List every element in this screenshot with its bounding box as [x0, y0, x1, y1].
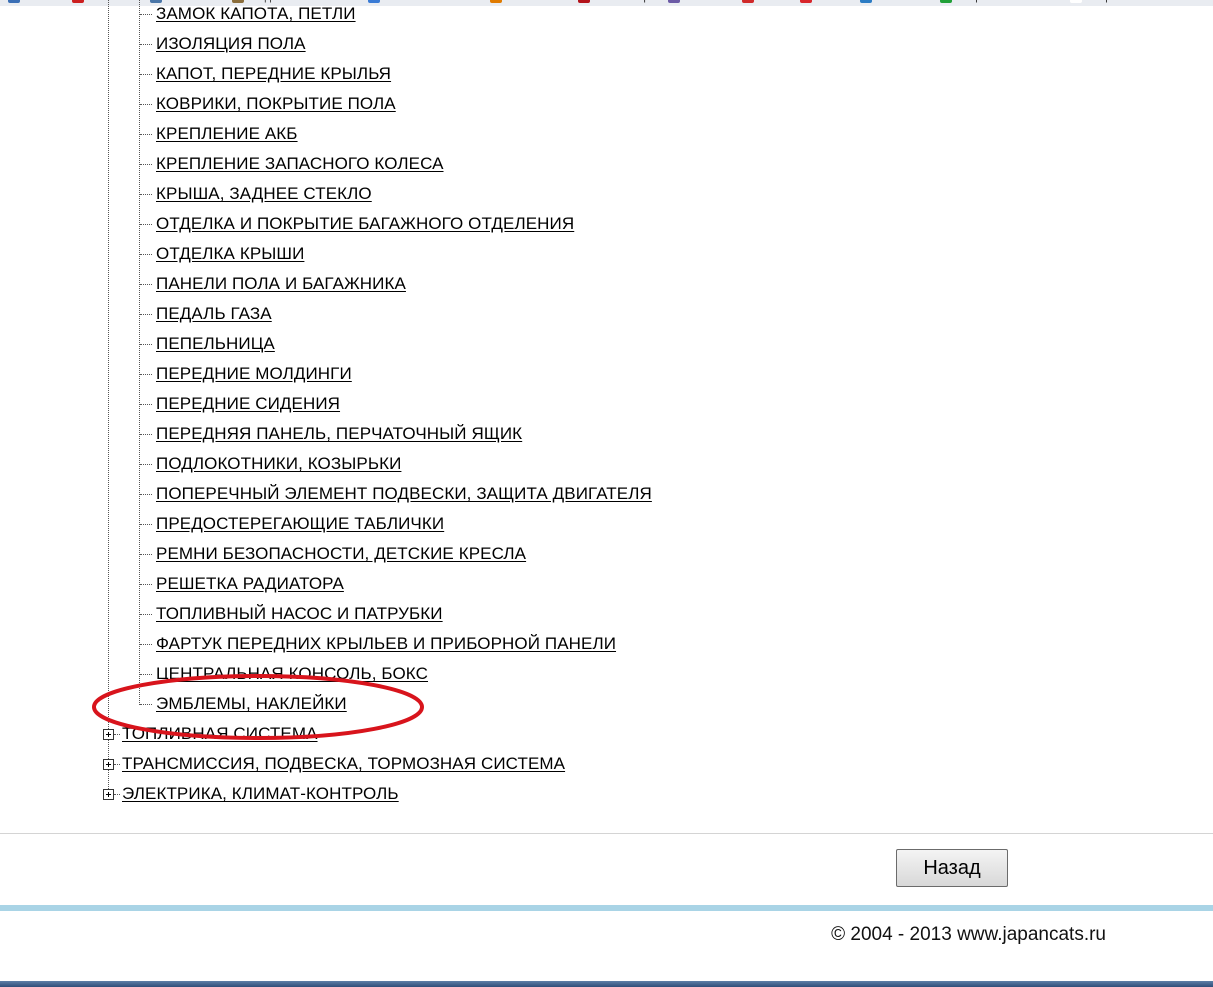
tree-sub-item: ПЕРЕДНИЕ МОЛДИНГИ: [140, 359, 352, 389]
tree-guide-outer: [108, 0, 109, 795]
tree-connector: [140, 433, 152, 435]
tree-connector: [140, 553, 152, 555]
tree-sub-item: ИЗОЛЯЦИЯ ПОЛА: [140, 29, 306, 59]
tree-connector: [140, 703, 152, 705]
copyright-text: © 2004 - 2013 www.japancats.ru: [831, 924, 1106, 945]
taskbar: [0, 981, 1213, 987]
tree-sub-item-link[interactable]: КРЫША, ЗАДНЕЕ СТЕКЛО: [156, 184, 372, 204]
tree-sub-item: РЕШЕТКА РАДИАТОРА: [140, 569, 344, 599]
catalog-tree: ЗАМОК КАПОТА, ПЕТЛИ ИЗОЛЯЦИЯ ПОЛА КАПОТ, П…: [0, 0, 1213, 830]
tree-sub-item-link[interactable]: ЗАМОК КАПОТА, ПЕТЛИ: [156, 4, 356, 24]
tree-sub-item-link[interactable]: ЭМБЛЕМЫ, НАКЛЕЙКИ: [156, 694, 347, 714]
tree-sub-item-link[interactable]: ПЕДАЛЬ ГАЗА: [156, 304, 272, 324]
tree-sub-item-link[interactable]: ЦЕНТРАЛЬНАЯ КОНСОЛЬ, БОКС: [156, 664, 428, 684]
tree-connector: [114, 763, 120, 765]
tree-sub-item: КРЕПЛЕНИЕ АКБ: [140, 119, 298, 149]
tree-connector: [140, 613, 152, 615]
tree-sub-item: ПЕРЕДНЯЯ ПАНЕЛЬ, ПЕРЧАТОЧНЫЙ ЯЩИК: [140, 419, 522, 449]
tree-sub-item: РЕМНИ БЕЗОПАСНОСТИ, ДЕТСКИЕ КРЕСЛА: [140, 539, 526, 569]
expand-plus-icon[interactable]: [103, 788, 114, 800]
tree-connector: [140, 523, 152, 525]
tree-connector: [140, 13, 152, 15]
tree-sub-item: КОВРИКИ, ПОКРЫТИЕ ПОЛА: [140, 89, 396, 119]
tree-connector: [140, 133, 152, 135]
tree-sub-item-link[interactable]: ПЕРЕДНИЕ МОЛДИНГИ: [156, 364, 352, 384]
tree-connector: [140, 223, 152, 225]
tree-connector: [140, 253, 152, 255]
tree-sub-item: ПРЕДОСТЕРЕГАЮЩИЕ ТАБЛИЧКИ: [140, 509, 444, 539]
tree-sub-item-link[interactable]: КРЕПЛЕНИЕ ЗАПАСНОГО КОЛЕСА: [156, 154, 444, 174]
tree-sub-item: КАПОТ, ПЕРЕДНИЕ КРЫЛЬЯ: [140, 59, 391, 89]
tree-connector: [140, 283, 152, 285]
tree-sub-item: ОТДЕЛКА КРЫШИ: [140, 239, 304, 269]
tree-connector: [140, 463, 152, 465]
tree-connector: [140, 43, 152, 45]
back-button[interactable]: Назад: [896, 849, 1008, 887]
tree-category: ТРАНСМИССИЯ, ПОДВЕСКА, ТОРМОЗНАЯ СИСТЕМА: [103, 749, 565, 779]
tree-sub-item-link[interactable]: ПЕРЕДНЯЯ ПАНЕЛЬ, ПЕРЧАТОЧНЫЙ ЯЩИК: [156, 424, 522, 444]
tree-sub-item-link[interactable]: РЕШЕТКА РАДИАТОРА: [156, 574, 344, 594]
tree-category-link[interactable]: ТРАНСМИССИЯ, ПОДВЕСКА, ТОРМОЗНАЯ СИСТЕМА: [122, 754, 565, 774]
tree-connector: [140, 73, 152, 75]
expand-plus-icon[interactable]: [103, 758, 114, 770]
tree-sub-item: ПЕДАЛЬ ГАЗА: [140, 299, 272, 329]
tree-sub-item-link[interactable]: ИЗОЛЯЦИЯ ПОЛА: [156, 34, 306, 54]
tree-sub-item-link[interactable]: ПРЕДОСТЕРЕГАЮЩИЕ ТАБЛИЧКИ: [156, 514, 444, 534]
tree-connector: [140, 583, 152, 585]
tree-sub-item-link[interactable]: ПОДЛОКОТНИКИ, КОЗЫРЬКИ: [156, 454, 401, 474]
tree-sub-item-link[interactable]: ОТДЕЛКА И ПОКРЫТИЕ БАГАЖНОГО ОТДЕЛЕНИЯ: [156, 214, 574, 234]
tree-sub-item: КРЕПЛЕНИЕ ЗАПАСНОГО КОЛЕСА: [140, 149, 444, 179]
tree-sub-item-link[interactable]: ОТДЕЛКА КРЫШИ: [156, 244, 304, 264]
tree-connector: [114, 793, 120, 795]
tree-connector: [140, 673, 152, 675]
tree-category: ЭЛЕКТРИКА, КЛИМАТ-КОНТРОЛЬ: [103, 779, 399, 809]
tree-connector: [140, 373, 152, 375]
expand-plus-icon[interactable]: [103, 728, 114, 740]
tree-sub-item: ТОПЛИВНЫЙ НАСОС И ПАТРУБКИ: [140, 599, 443, 629]
tree-connector: [140, 403, 152, 405]
tree-sub-item-link[interactable]: ФАРТУК ПЕРЕДНИХ КРЫЛЬЕВ И ПРИБОРНОЙ ПАНЕ…: [156, 634, 616, 654]
tree-category: ТОПЛИВНАЯ СИСТЕМА: [103, 719, 318, 749]
tree-connector: [140, 103, 152, 105]
tree-sub-item-link[interactable]: КОВРИКИ, ПОКРЫТИЕ ПОЛА: [156, 94, 396, 114]
tree-sub-item-link[interactable]: ПОПЕРЕЧНЫЙ ЭЛЕМЕНТ ПОДВЕСКИ, ЗАЩИТА ДВИГ…: [156, 484, 652, 504]
tree-category-link[interactable]: ТОПЛИВНАЯ СИСТЕМА: [122, 724, 318, 744]
tree-sub-item: КРЫША, ЗАДНЕЕ СТЕКЛО: [140, 179, 372, 209]
tree-sub-item-link[interactable]: ПЕПЕЛЬНИЦА: [156, 334, 275, 354]
tree-connector: [140, 193, 152, 195]
tree-sub-item: ПЕПЕЛЬНИЦА: [140, 329, 275, 359]
tree-connector: [140, 313, 152, 315]
tree-sub-item-link[interactable]: РЕМНИ БЕЗОПАСНОСТИ, ДЕТСКИЕ КРЕСЛА: [156, 544, 526, 564]
tree-sub-item-link[interactable]: ПАНЕЛИ ПОЛА И БАГАЖНИКА: [156, 274, 406, 294]
tree-connector: [140, 163, 152, 165]
tree-sub-item: ОТДЕЛКА И ПОКРЫТИЕ БАГАЖНОГО ОТДЕЛЕНИЯ: [140, 209, 574, 239]
tree-category-link[interactable]: ЭЛЕКТРИКА, КЛИМАТ-КОНТРОЛЬ: [122, 784, 399, 804]
tree-connector: [140, 643, 152, 645]
tree-connector: [140, 493, 152, 495]
tree-sub-item: ПЕРЕДНИЕ СИДЕНИЯ: [140, 389, 340, 419]
footer-stripe: [0, 905, 1213, 911]
tree-sub-item: ЦЕНТРАЛЬНАЯ КОНСОЛЬ, БОКС: [140, 659, 428, 689]
tree-sub-item: ЭМБЛЕМЫ, НАКЛЕЙКИ: [140, 689, 347, 719]
tree-sub-item-link[interactable]: ПЕРЕДНИЕ СИДЕНИЯ: [156, 394, 340, 414]
tree-connector: [140, 343, 152, 345]
tree-sub-item: ЗАМОК КАПОТА, ПЕТЛИ: [140, 0, 356, 29]
tree-sub-item-link[interactable]: КАПОТ, ПЕРЕДНИЕ КРЫЛЬЯ: [156, 64, 391, 84]
tree-sub-item-link[interactable]: КРЕПЛЕНИЕ АКБ: [156, 124, 298, 144]
tree-sub-item: ПАНЕЛИ ПОЛА И БАГАЖНИКА: [140, 269, 406, 299]
tree-connector: [114, 733, 120, 735]
tree-sub-item: ПОДЛОКОТНИКИ, КОЗЫРЬКИ: [140, 449, 401, 479]
tree-sub-item-link[interactable]: ТОПЛИВНЫЙ НАСОС И ПАТРУБКИ: [156, 604, 443, 624]
tree-sub-item: ФАРТУК ПЕРЕДНИХ КРЫЛЬЕВ И ПРИБОРНОЙ ПАНЕ…: [140, 629, 616, 659]
tree-sub-item: ПОПЕРЕЧНЫЙ ЭЛЕМЕНТ ПОДВЕСКИ, ЗАЩИТА ДВИГ…: [140, 479, 652, 509]
footer-divider: [0, 833, 1213, 834]
